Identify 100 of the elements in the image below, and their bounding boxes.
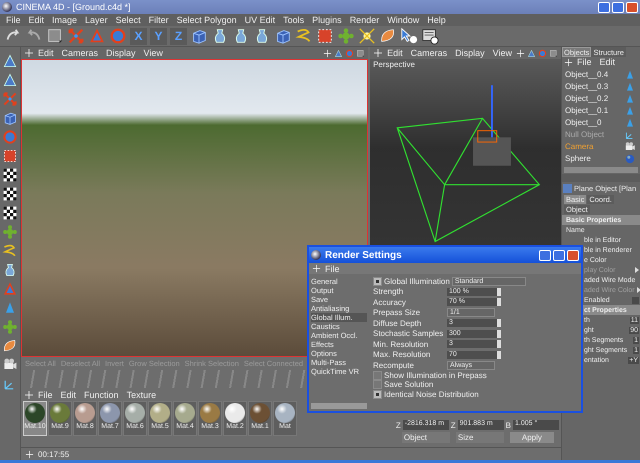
checkbox[interactable] [373, 370, 382, 380]
object-item[interactable]: Object__0.4 [565, 70, 608, 79]
cube-icon[interactable] [190, 27, 208, 45]
dropdown[interactable]: Object [402, 432, 450, 443]
cross-icon[interactable] [24, 48, 34, 58]
checkbox[interactable] [373, 276, 382, 286]
checkbox[interactable] [373, 390, 382, 399]
checkbox-label: Identical Noise Distribution [384, 390, 479, 399]
checker-icon[interactable] [2, 167, 18, 183]
triangle-icon[interactable] [527, 48, 536, 58]
menu-item[interactable]: Edit [56, 390, 80, 400]
cross-icon[interactable] [564, 58, 573, 66]
selection-square-icon[interactable] [356, 48, 366, 58]
sphere-icon [624, 152, 636, 164]
object-item[interactable]: Object__0.1 [565, 106, 608, 115]
menu-item[interactable]: Display [451, 48, 489, 58]
arrow-icon[interactable] [636, 287, 640, 293]
field-label: Strength [373, 287, 404, 296]
axis-button[interactable]: Y [150, 28, 167, 44]
cross-icon[interactable] [24, 390, 34, 400]
menu-item[interactable]: Edit [34, 48, 58, 58]
axis-button[interactable]: Z [170, 28, 187, 44]
axis-label: Z [396, 420, 401, 430]
maximize-button[interactable] [612, 2, 624, 12]
menu-item[interactable]: Layer [81, 15, 112, 25]
dashed-box-icon[interactable] [316, 27, 334, 45]
arrow-icon[interactable] [635, 267, 639, 273]
cross-icon [25, 450, 34, 458]
menu-item[interactable]: Image [48, 15, 82, 25]
field-label: Recompute [373, 360, 415, 370]
cube-icon[interactable] [274, 27, 292, 45]
cross-icon[interactable] [323, 48, 332, 58]
checkbox-label: Global Illumination [384, 276, 450, 286]
menu-item[interactable]: Render [346, 15, 384, 25]
dashed-box-icon[interactable] [2, 148, 18, 164]
menu-item[interactable]: Help [423, 15, 450, 25]
menu-item[interactable]: File [321, 264, 344, 274]
field-label: Prepass Size [373, 308, 422, 318]
menu-item[interactable]: Edit [596, 57, 620, 67]
minimize-button[interactable] [598, 2, 610, 12]
selection-square-icon[interactable] [46, 27, 64, 45]
menu-item[interactable]: View [488, 48, 516, 58]
horizontal-scrollbar[interactable] [311, 403, 367, 409]
axis-label: Z [450, 420, 456, 430]
maximize-button[interactable] [553, 250, 565, 260]
menu-item[interactable]: File [2, 15, 25, 25]
leaf-icon[interactable] [379, 27, 397, 45]
object-item[interactable]: Object__0.2 [565, 94, 608, 103]
checkbox-label: Show Illumination in Prepass [384, 370, 487, 380]
menu-item[interactable]: Plugins [308, 15, 346, 25]
cross-icon[interactable] [312, 264, 321, 273]
menu-item[interactable]: Select [112, 15, 145, 25]
menu-item[interactable]: UV Edit [240, 15, 280, 25]
menu-item[interactable]: Cameras [406, 48, 452, 58]
triangle-icon[interactable] [334, 48, 344, 58]
viewport-label: Perspective [373, 60, 415, 69]
menu-item[interactable]: Texture [122, 390, 160, 400]
selection-square-icon[interactable] [549, 48, 558, 58]
flower-icon[interactable] [2, 319, 18, 335]
horizontal-scrollbar[interactable] [564, 167, 638, 173]
menu-item[interactable]: Filter [144, 15, 173, 25]
light-icon[interactable] [358, 27, 376, 45]
cross-icon[interactable] [516, 48, 525, 58]
object-item[interactable]: Object__0.3 [565, 82, 608, 91]
spline-icon[interactable] [2, 243, 18, 259]
menu-item[interactable]: Edit [24, 15, 48, 25]
document-help-icon[interactable] [421, 27, 439, 45]
menu-item[interactable]: Edit [383, 48, 407, 58]
menu-item[interactable]: Tools [279, 15, 308, 25]
close-button[interactable] [626, 2, 638, 12]
leaf-icon[interactable] [2, 338, 18, 354]
cube-icon[interactable] [2, 110, 18, 126]
object-item[interactable]: Object__0 [565, 118, 602, 127]
triangle-icon[interactable] [2, 72, 18, 88]
checker-icon[interactable] [2, 205, 18, 221]
time-text: 00:17:55 [38, 450, 70, 458]
object-item[interactable]: Sphere [565, 154, 591, 163]
field-label: Max. Resolution [373, 350, 432, 360]
menu-item[interactable]: Display [102, 48, 140, 58]
close-button[interactable] [567, 250, 579, 260]
menu-item[interactable]: Function [80, 390, 123, 400]
cone-icon [624, 116, 636, 128]
apply-button[interactable]: Apply [510, 432, 554, 443]
menu-item[interactable]: View [140, 48, 167, 58]
plane-icon [563, 184, 572, 193]
menu-item[interactable]: Window [383, 15, 424, 25]
menu-item[interactable]: Cameras [58, 48, 102, 58]
minimize-button[interactable] [539, 250, 551, 260]
menu-item[interactable]: File [34, 390, 57, 400]
triangle-icon[interactable] [2, 53, 18, 69]
dropdown[interactable]: Size [456, 432, 504, 443]
checker-icon[interactable] [2, 186, 18, 202]
axis-button[interactable]: X [130, 28, 147, 44]
menu-item[interactable]: File [573, 57, 596, 67]
object-item[interactable]: Camera [565, 142, 594, 151]
checkbox[interactable] [373, 380, 382, 390]
cross-icon[interactable] [373, 48, 384, 58]
checkbox[interactable] [632, 296, 639, 304]
menu-item[interactable]: Select Polygon [172, 15, 241, 25]
cursor-help-icon[interactable] [400, 27, 418, 45]
